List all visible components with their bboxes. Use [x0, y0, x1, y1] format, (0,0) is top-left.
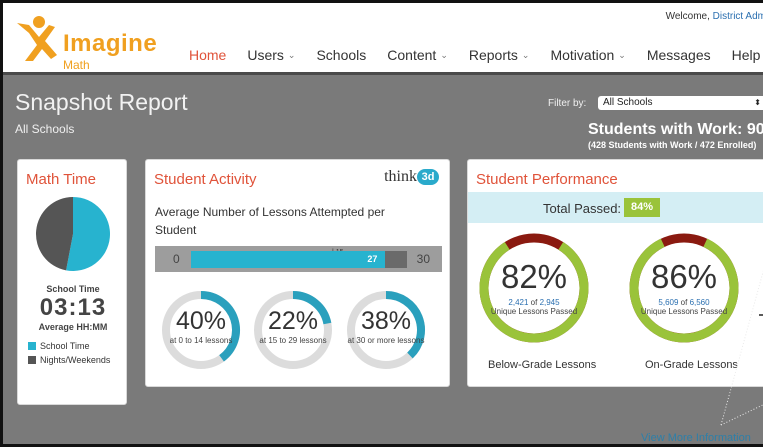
ring-caption: at 30 or more lessons	[347, 336, 425, 345]
gauge-label: On-Grade Lessons	[645, 359, 738, 371]
gauge-percent: 82%	[500, 258, 568, 295]
select-arrows-icon: ⬍	[754, 98, 761, 107]
ring-percent: 22%	[267, 307, 319, 335]
school-time-label: School Time	[46, 284, 100, 294]
performance-gauge: 86% 5,609 of 6,560 Unique Lessons Passed	[629, 233, 739, 343]
gauge-of: of	[680, 298, 688, 307]
legend-label-nights: Nights/Weekends	[40, 355, 111, 365]
nav-item-reports[interactable]: Reports ⌄	[469, 47, 530, 63]
top-header: Welcome, District Adm Imagine Math Home U…	[3, 3, 763, 75]
gauge-passed: 5,609	[658, 298, 679, 307]
students-with-work: Students with Work: 90.7%	[588, 121, 763, 138]
bar-fill: 27	[191, 251, 386, 268]
welcome-text: Welcome, District Adm	[666, 11, 763, 22]
nav-item-label: Home	[189, 47, 227, 63]
gauge-counts: 2,421 of 2,945	[479, 298, 589, 307]
ring-percent: 40%	[175, 307, 227, 335]
gauge-caption: Unique Lessons Passed	[640, 307, 728, 316]
student-activity-card: Student Activity think 3d Average Number …	[145, 159, 450, 387]
chevron-down-icon: ⌄	[287, 49, 296, 60]
math-time-card: Math Time School Time 03:13 Average HH:M…	[17, 159, 127, 405]
welcome-user-link[interactable]: District Adm	[713, 11, 763, 22]
nav-item-help[interactable]: Help	[732, 47, 761, 63]
app-frame: Welcome, District Adm Imagine Math Home U…	[0, 0, 763, 447]
logo-word: Imagine	[63, 30, 158, 57]
nav-item-label: Motivation	[550, 47, 615, 63]
bar-min: 0	[173, 252, 180, 266]
total-passed-badge: 84%	[624, 198, 660, 217]
logo-sub: Math	[63, 58, 90, 72]
student-activity-title: Student Activity	[154, 171, 257, 188]
nav-item-label: Messages	[646, 47, 711, 63]
chevron-down-icon: ⌄	[521, 49, 530, 60]
math-time-pie	[35, 197, 110, 271]
ring-caption: at 0 to 14 lessons	[169, 336, 233, 345]
nav-item-label: Reports	[468, 47, 518, 63]
nav-item-schools[interactable]: Schools	[316, 47, 366, 63]
gauge-passed: 2,421	[508, 298, 529, 307]
legend-swatch-nights	[28, 356, 36, 364]
total-passed-label: Total Passed:	[543, 201, 622, 216]
activity-ring: 38% at 30 or more lessons	[346, 290, 426, 370]
logo-figure-icon	[17, 16, 57, 61]
main-nav: Home Users ⌄ Schools Content ⌄ Reports ⌄ Motivat…	[189, 47, 763, 63]
average-label: Average HH:MM	[38, 322, 108, 332]
bar-max: 30	[416, 252, 430, 266]
gauge-total: 6,560	[689, 298, 710, 307]
activity-ring: 40% at 0 to 14 lessons	[161, 290, 241, 370]
bar-value: 27	[367, 254, 378, 264]
nav-item-label: Help	[731, 47, 761, 63]
ring-percent: 38%	[360, 307, 412, 335]
chevron-down-icon: ⌄	[618, 49, 626, 60]
gauge-caption: Unique Lessons Passed	[490, 307, 578, 316]
filter-select[interactable]: All Schools ⬍	[598, 96, 763, 110]
nav-item-users[interactable]: Users ⌄	[247, 47, 295, 63]
imagine-math-logo[interactable]: Imagine Math	[15, 13, 158, 72]
bar-track: | 15 27	[191, 249, 407, 268]
legend-nights-weekends: Nights/Weekends	[28, 355, 110, 365]
student-performance-card: Student Performance Total Passed: 84% 82…	[467, 159, 763, 387]
legend-school-time: School Time	[28, 341, 90, 351]
nav-item-home[interactable]: Home	[189, 47, 226, 63]
gauge-label: Below-Grade Lessons	[488, 359, 597, 371]
page-subtitle: All Schools	[15, 122, 75, 136]
view-more-link[interactable]: View More Information	[641, 432, 751, 444]
page-title: Snapshot Report	[15, 89, 188, 115]
pie-slice-nights-weekends	[35, 197, 73, 271]
lessons-question: Average Number of Lessons Attempted per …	[155, 205, 385, 237]
nav-item-label: Users	[247, 47, 284, 63]
welcome-prefix: Welcome,	[665, 11, 713, 22]
student-performance-title: Student Performance	[476, 171, 618, 188]
filter-label: Filter by:	[548, 98, 587, 109]
ring-caption: at 15 to 29 lessons	[259, 336, 327, 345]
think3d-logo: think 3d	[384, 168, 439, 186]
think3d-badge: 3d	[417, 169, 439, 186]
think3d-word: think	[384, 168, 417, 185]
nav-item-label: Content	[387, 47, 437, 63]
nav-item-motivation[interactable]: Motivation ⌄	[550, 47, 625, 63]
gauge-total: 2,945	[539, 298, 560, 307]
nav-item-label: Schools	[316, 47, 367, 63]
average-time-value: 03:13	[39, 294, 107, 321]
legend-swatch-school	[28, 342, 36, 350]
students-with-work-detail: (428 Students with Work / 472 Enrolled)	[588, 140, 757, 150]
performance-gauge: 82% 2,421 of 2,945 Unique Lessons Passed	[479, 233, 589, 343]
gauge-counts: 5,609 of 6,560	[629, 298, 739, 307]
chevron-down-icon: ⌄	[440, 49, 448, 60]
lessons-bar: 0 | 15 27 30	[155, 246, 442, 272]
filter-select-value: All Schools	[603, 97, 653, 108]
math-time-title: Math Time	[26, 171, 97, 188]
gauge-of: of	[530, 298, 538, 307]
nav-item-messages[interactable]: Messages	[647, 47, 711, 63]
legend-label-school: School Time	[40, 341, 90, 351]
gauge-percent: 86%	[650, 258, 718, 295]
nav-item-content[interactable]: Content ⌄	[387, 47, 448, 63]
activity-ring: 22% at 15 to 29 lessons	[253, 290, 333, 370]
